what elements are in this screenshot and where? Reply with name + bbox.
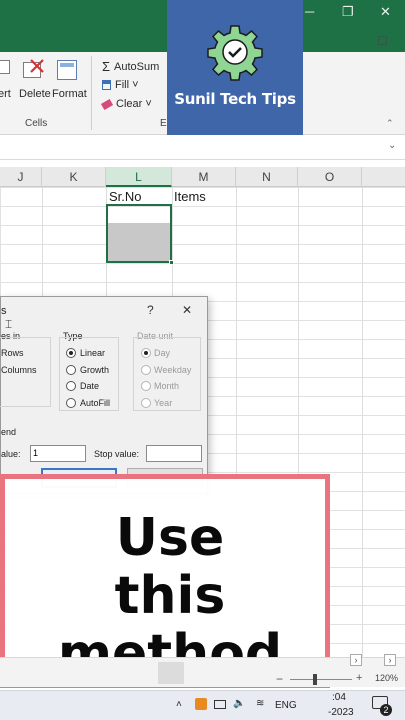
autosum-label: AutoSum bbox=[114, 60, 160, 73]
brand-name: Sunil Tech Tips bbox=[174, 90, 296, 108]
radio-day bbox=[141, 348, 151, 358]
type-linear-label: Linear bbox=[80, 348, 106, 358]
clear-button[interactable]: Clear ˅ bbox=[100, 98, 152, 110]
restore-button[interactable]: ❐ bbox=[342, 4, 354, 20]
volume-icon[interactable]: 🔈 bbox=[233, 698, 245, 709]
language-indicator[interactable]: ENG bbox=[275, 700, 297, 711]
brand-badge: Sunil Tech Tips bbox=[167, 0, 303, 135]
mouse-cursor-icon: ⌶ bbox=[5, 317, 13, 331]
stop-value-input[interactable] bbox=[146, 445, 202, 462]
autosum-icon: Σ bbox=[102, 59, 111, 74]
dialog-title: s bbox=[1, 305, 7, 317]
expand-formula-bar-icon[interactable]: ⌄ bbox=[388, 140, 396, 151]
zoom-slider-thumb[interactable] bbox=[313, 674, 317, 685]
unit-weekday-label: Weekday bbox=[154, 365, 192, 375]
fill-icon bbox=[102, 80, 111, 90]
scroll-right-button[interactable]: › bbox=[350, 654, 362, 666]
caption-line-2: this bbox=[114, 566, 226, 626]
zoom-in-button[interactable]: + bbox=[356, 672, 362, 684]
formula-bar[interactable]: ⌄ bbox=[0, 135, 405, 160]
caption-line-1: Use bbox=[115, 508, 225, 568]
delete-button[interactable]: Delete bbox=[19, 88, 51, 100]
column-header-m[interactable]: M bbox=[172, 167, 236, 187]
delete-cells-icon bbox=[23, 58, 45, 82]
zoom-slider-track[interactable] bbox=[290, 679, 352, 680]
fill-handle[interactable] bbox=[169, 260, 174, 265]
column-header-n[interactable]: N bbox=[236, 167, 298, 187]
radio-month bbox=[141, 381, 151, 391]
type-date-label: Date bbox=[80, 381, 100, 391]
help-button[interactable]: ? bbox=[147, 303, 154, 317]
dialog-close-button[interactable]: ✕ bbox=[182, 303, 192, 317]
gear-check-icon bbox=[207, 25, 263, 81]
collapse-ribbon-icon[interactable]: ⌃ bbox=[386, 118, 394, 129]
format-cells-icon bbox=[57, 58, 79, 82]
series-dialog: s ? ✕ ⌶ es in Rows Columns Type Linear G… bbox=[0, 296, 208, 494]
cells-group-label: Cells bbox=[25, 118, 48, 129]
type-autofill-label: AutoFill bbox=[80, 398, 111, 408]
status-bar: › › − + 120% bbox=[0, 654, 405, 687]
stop-value-label: Stop value: bbox=[94, 449, 140, 459]
clear-label: Clear ˅ bbox=[116, 98, 152, 110]
column-header-l[interactable]: L bbox=[106, 167, 172, 187]
clock-time[interactable]: :04 bbox=[332, 692, 346, 703]
zoom-level[interactable]: 120% bbox=[375, 673, 398, 683]
normal-view-button[interactable] bbox=[158, 662, 184, 684]
gridline bbox=[362, 187, 363, 657]
column-header-j[interactable]: J bbox=[0, 167, 42, 187]
step-value-input[interactable]: 1 bbox=[30, 445, 86, 462]
display-icon[interactable] bbox=[214, 700, 226, 709]
editing-group-label: E bbox=[160, 118, 167, 129]
minimize-button[interactable]: ─ bbox=[305, 4, 314, 19]
notification-count-badge: 2 bbox=[380, 704, 392, 716]
close-window-button[interactable]: ✕ bbox=[380, 4, 391, 20]
ribbon-separator bbox=[91, 56, 92, 130]
fill-label: Fill ˅ bbox=[115, 79, 139, 91]
insert-button[interactable]: ert bbox=[0, 88, 11, 100]
eraser-icon bbox=[100, 98, 114, 110]
radio-weekday bbox=[141, 365, 151, 375]
radio-autofill[interactable] bbox=[66, 398, 76, 408]
column-header-k[interactable]: K bbox=[42, 167, 106, 187]
type-growth-label: Growth bbox=[80, 365, 110, 375]
unit-month-label: Month bbox=[154, 381, 180, 391]
column-header-o[interactable]: O bbox=[298, 167, 362, 187]
wifi-icon[interactable]: ≋ bbox=[256, 698, 264, 709]
trend-checkbox-label[interactable]: end bbox=[1, 427, 16, 437]
selected-range[interactable] bbox=[106, 204, 172, 263]
insert-cells-icon bbox=[0, 60, 12, 76]
radio-date[interactable] bbox=[66, 381, 76, 391]
app-tray-icon[interactable] bbox=[195, 698, 207, 710]
option-columns[interactable]: Columns bbox=[1, 365, 37, 375]
radio-year bbox=[141, 398, 151, 408]
autosum-button[interactable]: Σ AutoSum bbox=[102, 59, 159, 74]
unit-year-label: Year bbox=[154, 398, 173, 408]
taskbar: ˄ 🔈 ≋ ENG :04 -2023 2 bbox=[0, 690, 405, 720]
comments-icon[interactable]: □ bbox=[378, 32, 386, 48]
clock-date[interactable]: -2023 bbox=[328, 707, 354, 718]
cell-m1[interactable]: Items bbox=[174, 189, 206, 204]
zoom-out-button[interactable]: − bbox=[276, 672, 283, 686]
caption-overlay: Use this method bbox=[0, 474, 330, 688]
hidden-icons-chevron[interactable]: ˄ bbox=[176, 699, 182, 710]
scroll-right-end-button[interactable]: › bbox=[384, 654, 396, 666]
step-value-label: alue: bbox=[1, 449, 21, 459]
radio-growth[interactable] bbox=[66, 365, 76, 375]
radio-linear[interactable] bbox=[66, 348, 76, 358]
cell-l1[interactable]: Sr.No bbox=[109, 189, 142, 204]
column-headers: J K L M N O bbox=[0, 167, 405, 187]
format-button[interactable]: Format bbox=[52, 88, 87, 100]
fill-button[interactable]: Fill ˅ bbox=[102, 79, 139, 91]
unit-day-label: Day bbox=[154, 348, 171, 358]
option-rows[interactable]: Rows bbox=[1, 348, 24, 358]
